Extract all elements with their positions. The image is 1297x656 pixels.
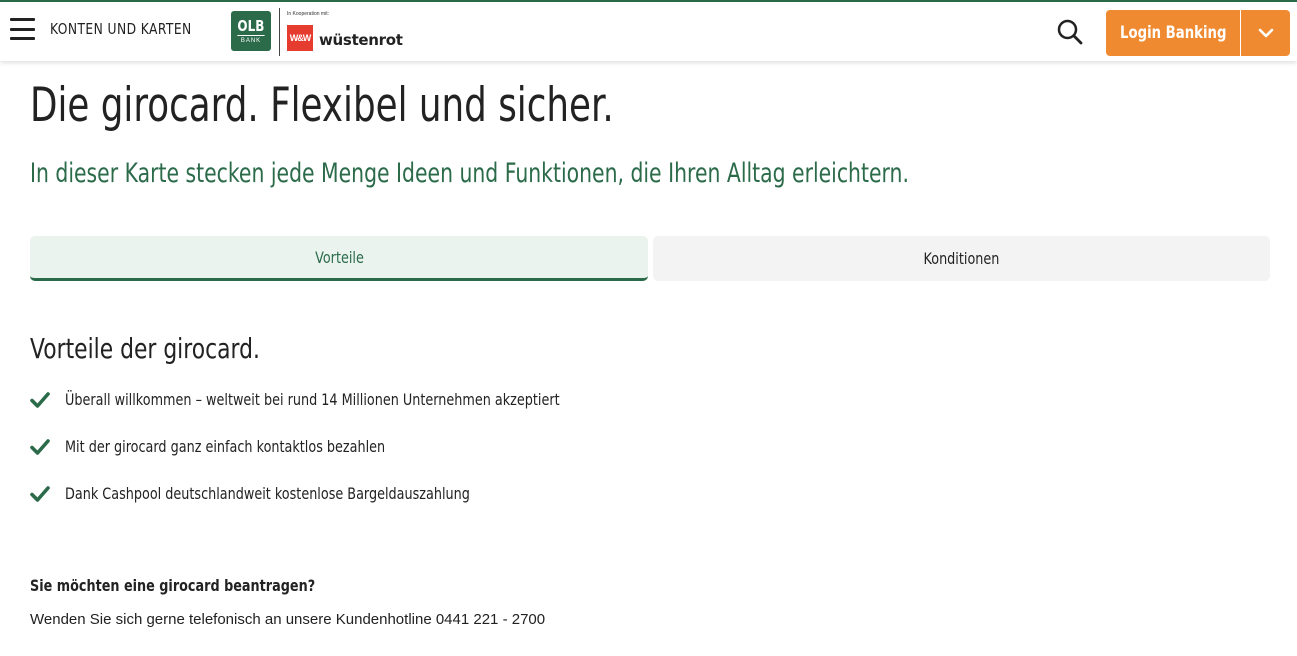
- benefit-text: Dank Cashpool deutschlandweit kostenlose…: [65, 484, 470, 503]
- benefits-heading: Vorteile der girocard.: [30, 332, 260, 365]
- checkmark-icon: [30, 439, 50, 455]
- search-icon: [1057, 19, 1083, 45]
- site-header: KONTEN UND KARTEN OLB BANK In Kooperatio…: [0, 2, 1297, 61]
- olb-logo-subtext: BANK: [240, 37, 262, 44]
- page-subtitle: In dieser Karte stecken jede Menge Ideen…: [30, 158, 909, 189]
- login-dropdown-button[interactable]: [1241, 10, 1290, 56]
- search-button[interactable]: [1056, 18, 1084, 46]
- logo-divider: [279, 8, 280, 56]
- tab-konditionen-label: Konditionen: [923, 249, 1000, 268]
- benefit-text: Überall willkommen – weltweit bei rund 1…: [65, 390, 560, 409]
- list-item: Überall willkommen – weltweit bei rund 1…: [30, 388, 560, 412]
- login-banking-label: Login Banking: [1119, 23, 1227, 43]
- chevron-down-icon: [1258, 28, 1273, 38]
- list-item: Mit der girocard ganz einfach kontaktlos…: [30, 435, 385, 459]
- olb-logo[interactable]: OLB BANK: [231, 11, 271, 51]
- page-title: Die girocard. Flexibel und sicher.: [30, 78, 614, 133]
- wuestenrot-logo-mark: W&W: [287, 25, 313, 51]
- menu-label: KONTEN UND KARTEN: [50, 20, 192, 38]
- tab-vorteile-label: Vorteile: [314, 247, 364, 267]
- checkmark-icon: [30, 486, 50, 502]
- tab-vorteile[interactable]: Vorteile: [30, 236, 648, 281]
- apply-question: Sie möchten eine girocard beantragen?: [30, 576, 316, 595]
- list-item: Dank Cashpool deutschlandweit kostenlose…: [30, 482, 470, 506]
- tab-konditionen[interactable]: Konditionen: [653, 236, 1270, 281]
- menu-toggle[interactable]: KONTEN UND KARTEN: [10, 18, 223, 40]
- hamburger-icon: [10, 18, 35, 40]
- olb-logo-text: OLB: [237, 16, 265, 36]
- wuestenrot-wordmark: wüstenrot: [319, 31, 403, 49]
- benefit-text: Mit der girocard ganz einfach kontaktlos…: [65, 437, 386, 456]
- checkmark-icon: [30, 392, 50, 408]
- cooperation-label: In Kooperation mit:: [287, 11, 329, 17]
- apply-answer: Wenden Sie sich gerne telefonisch an uns…: [30, 611, 546, 628]
- login-banking-button[interactable]: Login Banking: [1106, 10, 1240, 56]
